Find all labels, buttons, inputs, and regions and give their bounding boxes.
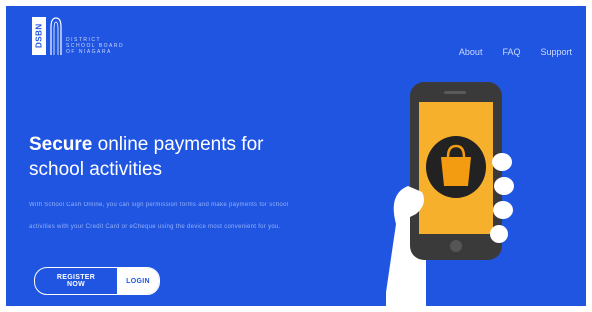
register-now-button[interactable]: REGISTER NOW — [35, 268, 117, 294]
headline-strong: Secure — [29, 133, 93, 155]
hero-section: DSBN District School Board of Niagara Ab… — [6, 6, 586, 306]
hero-description: With School Cash Online, you can sign pe… — [29, 202, 289, 230]
nav-about-link[interactable]: About — [459, 47, 483, 57]
finger-4 — [490, 225, 508, 243]
district-name-line: of Niagara — [66, 49, 112, 55]
nav-support-link[interactable]: Support — [540, 47, 572, 57]
auth-button-group: REGISTER NOW LOGIN — [34, 267, 160, 295]
hero-headline: Secure online payments for school activi… — [29, 132, 309, 182]
top-nav: About FAQ Support — [459, 47, 572, 57]
dsbn-logo[interactable]: DSBN District School Board of Niagara — [32, 17, 124, 55]
phone-home-button — [450, 240, 462, 252]
finger-3 — [493, 201, 513, 219]
phone-in-hand-illustration — [386, 82, 514, 306]
logo-mark: DSBN — [32, 17, 46, 55]
login-button[interactable]: LOGIN — [117, 268, 159, 294]
district-name: District School Board of Niagara — [66, 37, 124, 55]
nav-faq-link[interactable]: FAQ — [502, 47, 520, 57]
shopping-bag-icon — [441, 157, 471, 186]
finger-1 — [492, 153, 512, 171]
phone-speaker — [444, 91, 466, 94]
finger-2 — [494, 177, 514, 195]
logo-arch-icon — [50, 17, 62, 55]
